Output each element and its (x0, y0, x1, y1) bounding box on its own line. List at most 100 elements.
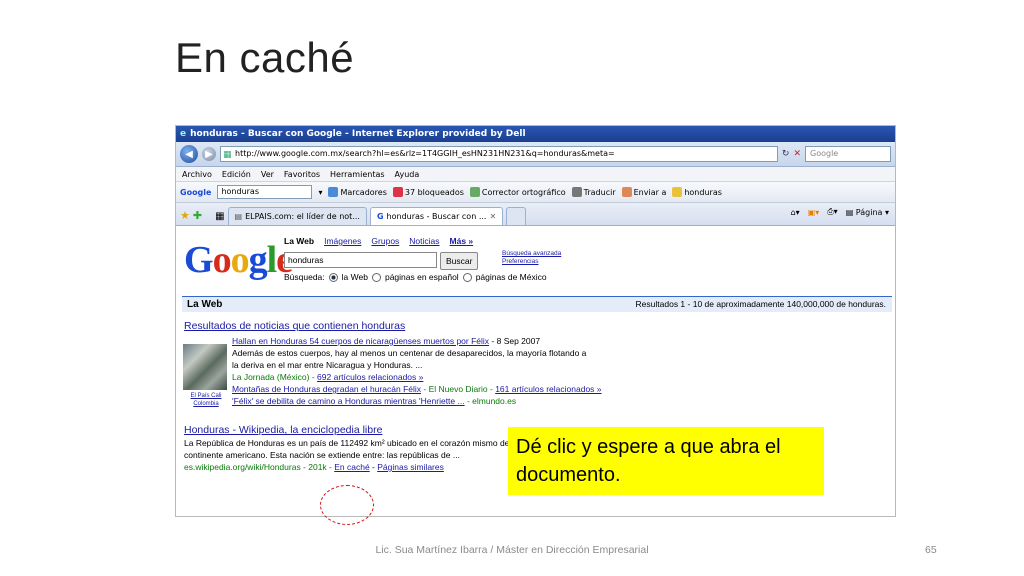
menu-ayuda[interactable]: Ayuda (395, 170, 420, 179)
news-item-2-source: - El Nuevo Diario - (421, 384, 496, 394)
menu-archivo[interactable]: Archivo (182, 170, 212, 179)
menu-bar: Archivo Edición Ver Favoritos Herramient… (176, 167, 895, 182)
news-item-2-related[interactable]: 161 artículos relacionados » (495, 384, 601, 394)
menu-favoritos[interactable]: Favoritos (284, 170, 320, 179)
menu-edicion[interactable]: Edición (222, 170, 251, 179)
spellcheck-button[interactable]: Corrector ortográfico (469, 187, 566, 197)
nav-mas[interactable]: Más » (450, 236, 474, 246)
cache-highlight-circle (320, 485, 374, 525)
slide-page-number: 65 (925, 544, 937, 556)
stop-icon[interactable]: ✕ (793, 149, 801, 159)
spellcheck-label: Corrector ortográfico (481, 187, 566, 197)
tab-google-search[interactable]: G honduras - Buscar con ... ✕ (369, 207, 504, 225)
news-thumbnail[interactable] (183, 344, 227, 390)
buscar-button[interactable]: Buscar (440, 252, 479, 270)
menu-ver[interactable]: Ver (261, 170, 274, 179)
search-input[interactable]: Google (805, 146, 891, 162)
news-heading-link[interactable]: Resultados de noticias que contienen hon… (184, 320, 405, 332)
bookmarks-button[interactable]: Marcadores (328, 187, 387, 197)
translate-button[interactable]: Traducir (571, 187, 616, 197)
results-bar-label: La Web (187, 299, 223, 310)
ie-icon: e (180, 129, 187, 139)
cache-link[interactable]: En caché (334, 462, 369, 472)
favorites-star-icon[interactable]: ★ (180, 209, 190, 222)
forward-icon[interactable]: ▶ (202, 147, 216, 161)
print-icon[interactable]: ⎙▾ (827, 207, 837, 217)
news-item-1-title[interactable]: Hallan en Honduras 54 cuerpos de nicarag… (232, 336, 489, 346)
scope-radio-mexico[interactable] (462, 272, 472, 282)
home-icon[interactable]: ⌂▾ (791, 208, 800, 217)
wikipedia-result-title[interactable]: Honduras - Wikipedia, la enciclopedia li… (184, 424, 382, 436)
new-tab-button[interactable] (506, 207, 527, 225)
results-stats: Resultados 1 - 10 de aproximadamente 140… (635, 299, 886, 309)
spellcheck-icon (469, 187, 480, 197)
translate-label: Traducir (583, 187, 616, 197)
slide-title: En caché (175, 34, 355, 81)
popup-blocker-button[interactable]: 37 bloqueados (392, 187, 464, 197)
scope-label: Búsqueda: (284, 272, 325, 282)
nav-noticias[interactable]: Noticias (409, 236, 439, 246)
preferences-link[interactable]: Preferencias (502, 258, 561, 266)
results-bar: La Web Resultados 1 - 10 de aproximadame… (182, 296, 892, 312)
address-field[interactable]: ▦ http://www.google.com.mx/search?hl=es&… (220, 146, 778, 162)
scope-radio-spanish[interactable] (371, 272, 381, 282)
nav-la-web: La Web (284, 236, 315, 246)
window-title: honduras - Buscar con Google - Internet … (190, 129, 526, 139)
instruction-callout: Dé clic y espere a que abra el documento… (508, 427, 824, 495)
news-item-3-source: - elmundo.es (464, 396, 517, 406)
toolbar-search-input[interactable]: honduras (217, 185, 313, 199)
similar-pages-link[interactable]: Páginas similares (377, 462, 444, 472)
google-logo[interactable]: Google (184, 238, 293, 282)
news-item-2-title[interactable]: Montañas de Honduras degradan el huracán… (232, 384, 421, 394)
refresh-icon[interactable]: ↻ (782, 149, 790, 159)
quick-tabs-icon[interactable]: ▦ (215, 211, 224, 222)
send-icon (621, 187, 632, 197)
news-item-1-snippet-1: Además de estos cuerpos, hay al menos un… (232, 348, 587, 358)
toolbar-dropdown-icon[interactable]: ▾ (318, 188, 322, 197)
page-menu[interactable]: ▤ Página ▾ (846, 208, 889, 217)
feeds-icon[interactable]: ▣▾ (808, 208, 820, 217)
google-nav: La Web Imágenes Grupos Noticias Más » (284, 236, 473, 246)
toolbar-google-label: Google (180, 187, 212, 197)
popup-blocker-label: 37 bloqueados (404, 187, 464, 197)
bookmarks-label: Marcadores (340, 187, 387, 197)
search-scope: Búsqueda: la Web páginas en español pági… (284, 272, 547, 282)
block-icon (392, 187, 403, 197)
scope-radio-web[interactable] (328, 272, 338, 282)
elpais-favicon: ▤ (234, 212, 243, 221)
news-item-1-date: - 8 Sep 2007 (489, 336, 541, 346)
nav-grupos[interactable]: Grupos (371, 236, 399, 246)
scope-spanish-label: páginas en español (384, 272, 459, 282)
page-menu-label: Página (855, 207, 883, 217)
add-favorite-icon[interactable]: ✚ (193, 209, 202, 222)
close-tab-icon[interactable]: ✕ (489, 212, 496, 221)
news-item-2: Montañas de Honduras degradan el huracán… (232, 384, 602, 394)
wikipedia-url-row: es.wikipedia.org/wiki/Honduras - 201k - … (184, 462, 444, 472)
google-search-input[interactable]: honduras (284, 252, 437, 268)
page-icon: ▦ (223, 150, 232, 160)
advanced-search-link[interactable]: Búsqueda avanzada (502, 250, 561, 258)
thumbnail-caption[interactable]: El País Cali Colombia (184, 392, 228, 408)
google-favicon: G (376, 212, 384, 221)
send-to-button[interactable]: Enviar a (621, 187, 666, 197)
translate-icon (571, 187, 582, 197)
news-item-3: 'Félix' se debilita de camino a Honduras… (232, 396, 516, 406)
slide-footer: Lic. Sua Martínez Ibarra / Máster en Dir… (375, 544, 649, 556)
wikipedia-snippet-2: continente americano. Esta nación se ext… (184, 450, 460, 460)
address-bar-row: ◀ ▶ ▦ http://www.google.com.mx/search?hl… (176, 142, 895, 167)
news-item-3-title[interactable]: 'Félix' se debilita de camino a Honduras… (232, 396, 465, 406)
news-item-1-source-row: La Jornada (México) - 692 artículos rela… (232, 372, 423, 382)
command-bar: ⌂▾ ▣▾ ⎙▾ ▤ Página ▾ (791, 207, 889, 217)
news-item-1: Hallan en Honduras 54 cuerpos de nicarag… (232, 336, 540, 346)
nav-imagenes[interactable]: Imágenes (324, 236, 361, 246)
back-icon[interactable]: ◀ (180, 145, 198, 163)
advanced-links: Búsqueda avanzada Preferencias (502, 250, 561, 266)
window-titlebar: e honduras - Buscar con Google - Interne… (176, 126, 895, 142)
tab-elpais[interactable]: ▤ ELPAIS.com: el líder de not... (227, 207, 367, 225)
tab-google-label: honduras - Buscar con ... (386, 212, 487, 221)
highlight-button[interactable]: honduras (672, 187, 722, 197)
tab-strip: ★ ✚ ▦ ▤ ELPAIS.com: el líder de not... G… (176, 203, 895, 226)
menu-herramientas[interactable]: Herramientas (330, 170, 385, 179)
news-item-1-related[interactable]: 692 artículos relacionados » (317, 372, 423, 382)
address-text: http://www.google.com.mx/search?hl=es&rl… (235, 149, 615, 158)
